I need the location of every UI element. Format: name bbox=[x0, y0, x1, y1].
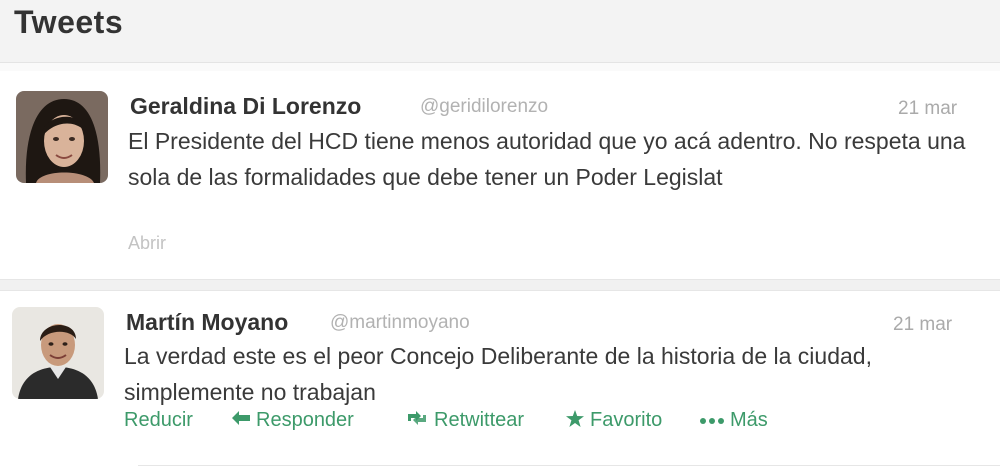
avatar[interactable] bbox=[16, 91, 108, 183]
avatar[interactable] bbox=[12, 307, 104, 399]
author-handle[interactable]: @martinmoyano bbox=[330, 312, 470, 334]
ellipsis-icon bbox=[700, 412, 724, 430]
tweet-text: El Presidente del HCD tiene menos autori… bbox=[128, 128, 966, 190]
tweet[interactable]: Geraldina Di Lorenzo @geridilorenzo 21 m… bbox=[0, 71, 1000, 279]
author-name[interactable]: Martín Moyano bbox=[126, 309, 288, 336]
more-button[interactable]: Más bbox=[700, 409, 768, 432]
tweet-text: La verdad este es el peor Concejo Delibe… bbox=[124, 343, 872, 405]
favorite-button[interactable]: Favorito bbox=[566, 409, 662, 432]
author-handle[interactable]: @geridilorenzo bbox=[420, 96, 548, 118]
reduce-button[interactable]: Reducir bbox=[124, 409, 193, 432]
reduce-label: Reducir bbox=[124, 409, 193, 431]
page-title: Tweets bbox=[14, 4, 124, 40]
tweet-timestamp[interactable]: 21 mar bbox=[898, 98, 957, 120]
author-name[interactable]: Geraldina Di Lorenzo bbox=[130, 93, 361, 120]
expand-link[interactable]: Abrir bbox=[128, 233, 166, 254]
favorite-label: Favorito bbox=[590, 409, 663, 431]
divider bbox=[0, 279, 1000, 291]
reply-button[interactable]: Responder bbox=[232, 409, 354, 432]
star-icon bbox=[566, 409, 584, 432]
tweet[interactable]: Martín Moyano @martinmoyano 21 mar La ve… bbox=[0, 291, 1000, 472]
retweet-label: Retwittear bbox=[434, 409, 525, 431]
tweet-timestamp[interactable]: 21 mar bbox=[893, 314, 952, 336]
more-label: Más bbox=[730, 409, 768, 431]
retweet-button[interactable]: Retwittear bbox=[406, 409, 524, 432]
retweet-icon bbox=[406, 410, 428, 431]
reply-label: Responder bbox=[256, 409, 354, 431]
divider bbox=[138, 465, 1000, 466]
tweet-list: Geraldina Di Lorenzo @geridilorenzo 21 m… bbox=[0, 62, 1000, 472]
reply-arrow-icon bbox=[232, 411, 250, 430]
page-header: Tweets bbox=[0, 0, 1000, 62]
